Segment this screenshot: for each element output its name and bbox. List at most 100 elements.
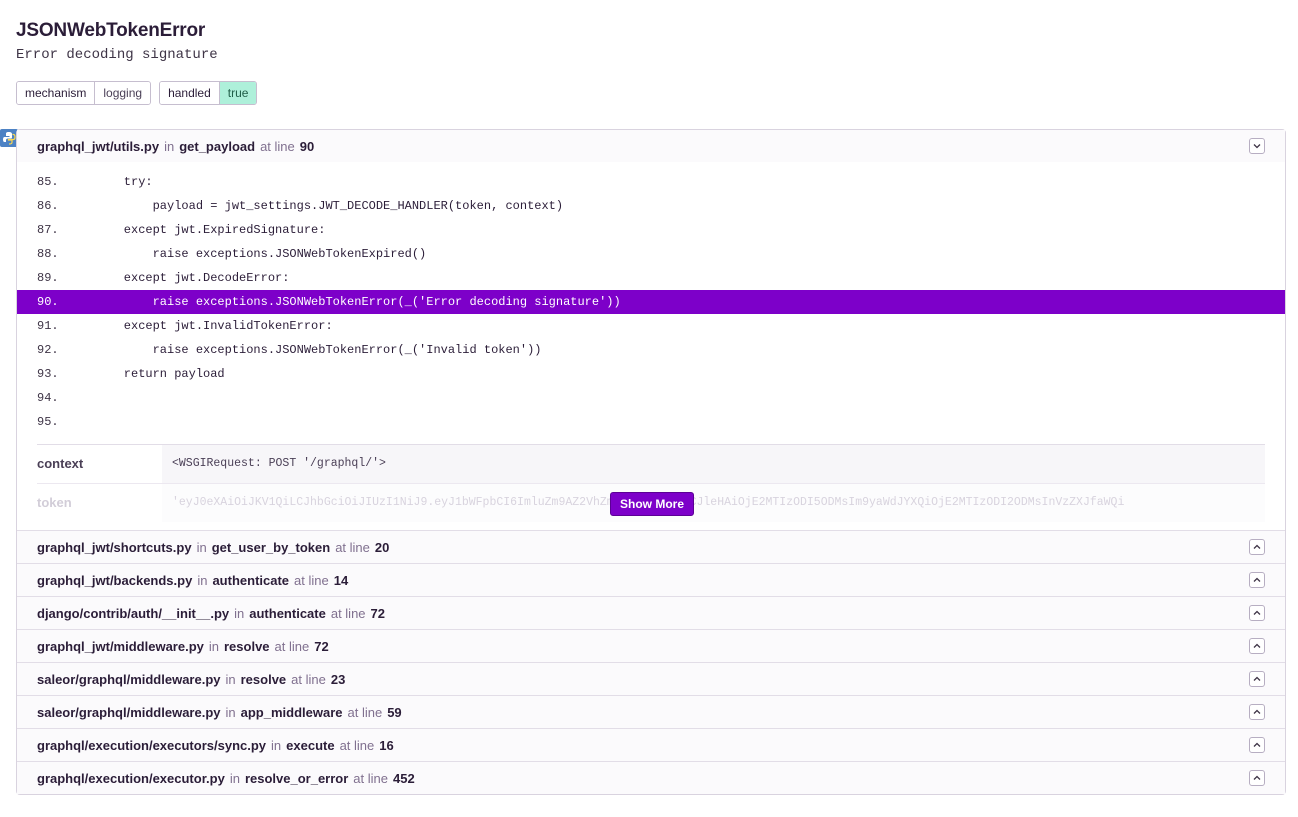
expand-toggle[interactable] [1249, 704, 1265, 720]
chevron-up-icon [1253, 577, 1261, 582]
code-line-source: raise exceptions.JSONWebTokenError(_('In… [95, 343, 542, 357]
frame-header[interactable]: saleor/graphql/middleware.py in resolve … [17, 662, 1285, 695]
stack-trace: graphql_jwt/utils.py in get_payload at l… [16, 129, 1286, 795]
frame-header[interactable]: graphql/execution/executor.py in resolve… [17, 761, 1285, 794]
code-line-source: payload = jwt_settings.JWT_DECODE_HANDLE… [95, 199, 564, 213]
code-line-source: raise exceptions.JSONWebTokenError(_('Er… [95, 295, 621, 309]
frame-at-line-label: at line [335, 539, 370, 555]
frame-in-label: in [229, 770, 240, 786]
frame-in-label: in [234, 605, 245, 621]
frame-at-line-label: at line [294, 572, 329, 588]
expand-toggle[interactable] [1249, 737, 1265, 753]
frame-function: resolve_or_error [244, 770, 349, 786]
tag-handled[interactable]: handled true [159, 81, 258, 105]
local-variables: context <WSGIRequest: POST '/graphql/'> … [37, 444, 1265, 522]
frame-line-number: 20 [374, 539, 390, 555]
frame-at-line-label: at line [260, 138, 295, 154]
error-message: Error decoding signature [16, 47, 218, 63]
expand-toggle[interactable] [1249, 671, 1265, 687]
code-line: 94. [17, 386, 1285, 410]
code-line-number: 87. [37, 223, 59, 237]
frame-filename: graphql/execution/executors/sync.py [37, 737, 267, 753]
frame-in-label: in [271, 737, 282, 753]
code-line-source: except jwt.ExpiredSignature: [95, 223, 326, 237]
expand-toggle[interactable] [1249, 770, 1265, 786]
frame-filename: django/contrib/auth/__init__.py [37, 605, 230, 621]
code-line: 95. [17, 410, 1285, 434]
variable-name: token [37, 495, 72, 510]
code-line: 86. payload = jwt_settings.JWT_DECODE_HA… [17, 194, 1285, 218]
code-line: 93. return payload [17, 362, 1285, 386]
code-line: 87. except jwt.ExpiredSignature: [17, 218, 1285, 242]
code-line: 92. raise exceptions.JSONWebTokenError(_… [17, 338, 1285, 362]
frame-filename: graphql_jwt/shortcuts.py [37, 539, 192, 555]
frame-function: execute [286, 737, 335, 753]
chevron-up-icon [1253, 676, 1261, 681]
expand-toggle[interactable] [1249, 638, 1265, 654]
frame-header[interactable]: saleor/graphql/middleware.py in app_midd… [17, 695, 1285, 728]
frame-at-line-label: at line [339, 737, 375, 753]
frame-filename: graphql_jwt/utils.py [37, 138, 160, 154]
frame-in-label: in [196, 539, 207, 555]
variable-value: <WSGIRequest: POST '/graphql/'> [162, 445, 1265, 483]
frame-header[interactable]: graphql/execution/executors/sync.py in e… [17, 728, 1285, 761]
frame-line-number: 452 [393, 770, 415, 786]
frame-in-label: in [197, 572, 208, 588]
frame-function: resolve [224, 638, 270, 654]
tag-key: handled [160, 82, 220, 104]
frame-header[interactable]: django/contrib/auth/__init__.py in authe… [17, 596, 1285, 629]
frame-in-label: in [225, 704, 236, 720]
frame-filename: graphql_jwt/middleware.py [37, 638, 204, 654]
chevron-up-icon [1253, 643, 1261, 648]
frame-in-label: in [164, 138, 175, 154]
error-type-title: JSONWebTokenError [16, 20, 206, 41]
frame-line-number: 90 [299, 138, 315, 154]
tag-key: mechanism [17, 82, 96, 104]
frame-in-label: in [225, 671, 236, 687]
code-line-number: 88. [37, 247, 59, 261]
code-line: 89. except jwt.DecodeError: [17, 266, 1285, 290]
frame-line-number: 59 [387, 704, 402, 720]
show-more-button[interactable]: Show More [610, 492, 695, 516]
variable-value: 'eyJ0eXAiOiJKV1QiLCJhbGciOiJIUzI1NiJ9.ey… [162, 484, 1265, 522]
chevron-down-icon [1253, 144, 1261, 149]
expand-toggle[interactable] [1249, 605, 1265, 621]
code-line-number: 85. [37, 175, 59, 189]
code-line-number: 95. [37, 415, 59, 429]
frame-function: resolve [240, 671, 287, 687]
frame-at-line-label: at line [274, 638, 310, 654]
frame-header[interactable]: graphql_jwt/backends.py in authenticate … [17, 563, 1285, 596]
code-line: 88. raise exceptions.JSONWebTokenExpired… [17, 242, 1285, 266]
frame-filename: saleor/graphql/middleware.py [37, 704, 221, 720]
frame-filename: graphql/execution/executor.py [37, 770, 225, 786]
variable-row: token 'eyJ0eXAiOiJKV1QiLCJhbGciOiJIUzI1N… [37, 484, 1265, 522]
frame-line-number: 72 [370, 605, 386, 621]
frame-header[interactable]: graphql_jwt/shortcuts.py in get_user_by_… [17, 530, 1285, 563]
frame-line-number: 14 [333, 572, 349, 588]
frame-function: get_payload [179, 138, 256, 154]
frame-header[interactable]: graphql_jwt/middleware.py in resolve at … [17, 629, 1285, 662]
frame-in-label: in [208, 638, 219, 654]
frame-function: authenticate [212, 572, 290, 588]
code-line-source: return payload [95, 367, 225, 381]
code-line-number: 92. [37, 343, 59, 357]
tag-mechanism[interactable]: mechanism logging [16, 81, 152, 105]
code-line-number: 90. [37, 295, 59, 309]
frame-header-expanded[interactable]: graphql_jwt/utils.py in get_payload at l… [17, 130, 1285, 162]
frame-line-number: 72 [314, 638, 329, 654]
frame-line-number: 16 [379, 737, 394, 753]
frame-at-line-label: at line [347, 704, 383, 720]
code-context: 85. try: 86. payload = jwt_settings.JWT_… [17, 162, 1285, 530]
chevron-up-icon [1253, 544, 1261, 549]
code-line-number: 86. [37, 199, 59, 213]
chevron-up-icon [1253, 742, 1261, 747]
chevron-up-icon [1253, 775, 1261, 780]
expand-toggle[interactable] [1249, 539, 1265, 555]
collapse-toggle[interactable] [1249, 138, 1265, 154]
frame-filename: saleor/graphql/middleware.py [37, 671, 221, 687]
frame-filename: graphql_jwt/backends.py [37, 572, 193, 588]
frame-line-number: 23 [330, 671, 346, 687]
expand-toggle[interactable] [1249, 572, 1265, 588]
code-line-source: try: [95, 175, 153, 189]
frame-at-line-label: at line [330, 605, 366, 621]
